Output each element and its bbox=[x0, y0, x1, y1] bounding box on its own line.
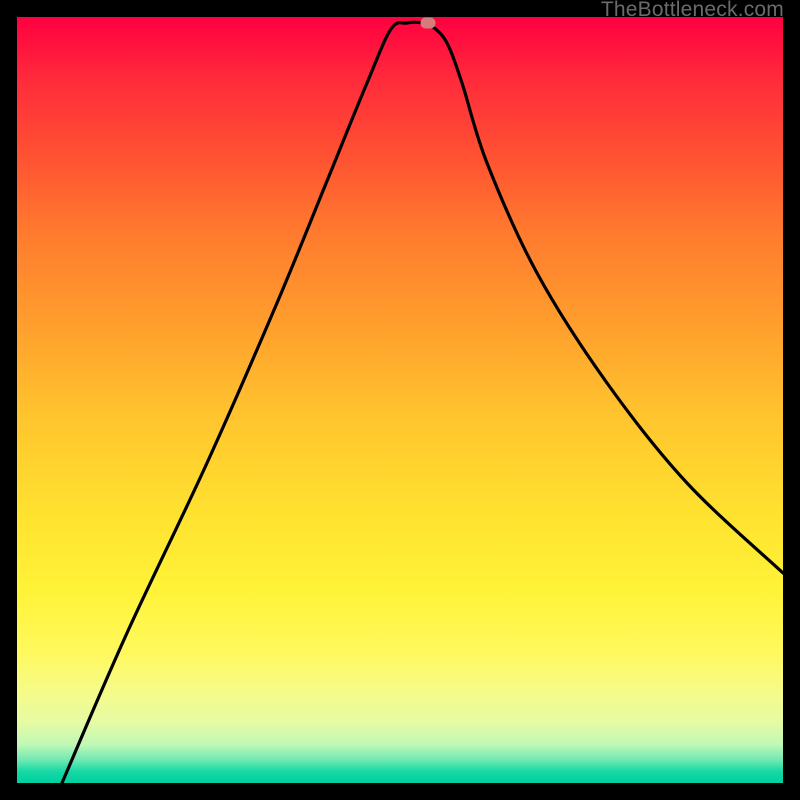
plot-svg bbox=[17, 17, 783, 783]
chart-frame: TheBottleneck.com bbox=[0, 0, 800, 800]
minimum-marker bbox=[421, 18, 436, 29]
curve-group bbox=[62, 18, 783, 784]
watermark-text: TheBottleneck.com bbox=[601, 0, 784, 22]
bottleneck-curve bbox=[62, 22, 783, 783]
